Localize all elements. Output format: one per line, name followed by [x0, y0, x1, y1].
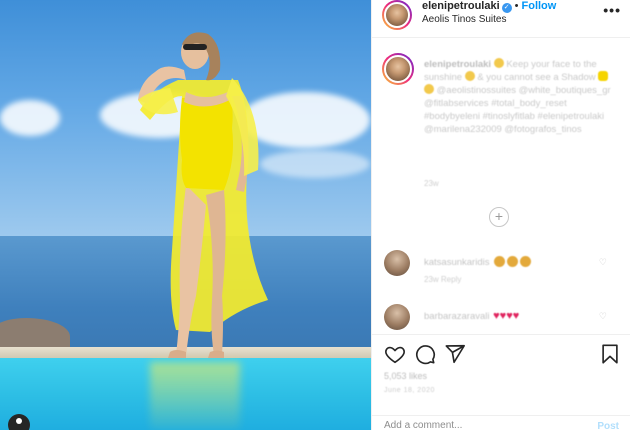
add-comment-bar: Post: [372, 415, 630, 430]
post-date: June 18, 2020: [384, 387, 435, 394]
emoji-icon: [507, 256, 519, 267]
author-username[interactable]: elenipetroulaki: [422, 0, 500, 12]
post-actions: 5,053 likes June 18, 2020 Post: [372, 334, 630, 430]
woman-figure: [138, 32, 268, 358]
author-avatar[interactable]: [382, 0, 412, 30]
comment-like-heart-icon[interactable]: ♡: [599, 257, 607, 268]
comment-meta[interactable]: 23w Reply: [424, 275, 461, 284]
commenter-avatar-image: [384, 250, 410, 276]
caption-username[interactable]: elenipetroulaki: [424, 59, 491, 70]
paper-plane-icon[interactable]: [444, 343, 466, 365]
smile-emoji-icon: [464, 71, 475, 81]
heart-outline-icon[interactable]: [384, 343, 406, 365]
commenter-avatar[interactable]: [384, 304, 410, 330]
commenter-username[interactable]: katsasunkaridis: [424, 257, 489, 268]
comment-bubble-icon[interactable]: [414, 343, 436, 365]
post-photo[interactable]: [0, 0, 371, 430]
sun-emoji-icon: [493, 58, 504, 68]
commenter-avatar[interactable]: [384, 250, 410, 276]
commenter-avatar-image: [384, 304, 410, 330]
post-header: elenipetroulaki ✓ • Follow Aeolis Tinos Sui…: [372, 0, 630, 38]
instagram-post: elenipetroulaki ✓ • Follow Aeolis Tinos Sui…: [0, 0, 630, 430]
post-comment-button[interactable]: Post: [597, 421, 619, 430]
caption-tags[interactable]: @aeolistinossuites @white_boutiques_gr @…: [424, 85, 611, 135]
comment-input[interactable]: [384, 420, 574, 430]
author-line: elenipetroulaki ✓ • Follow: [422, 0, 556, 13]
comment-text: katsasunkaridis: [424, 256, 532, 268]
yellow-heart-emoji-icon: [598, 71, 609, 81]
emoji-icon: [494, 256, 506, 267]
post-caption: elenipetroulaki Keep your face to the su…: [424, 58, 624, 136]
post-sidebar: elenipetroulaki ✓ • Follow Aeolis Tinos Sui…: [371, 0, 630, 430]
comments-section[interactable]: elenipetroulaki Keep your face to the su…: [372, 38, 630, 334]
comment-item: barbarazaravali ♥♥♥♥ ♡: [372, 304, 630, 334]
comment-text: barbarazaravali ♥♥♥♥: [424, 310, 519, 322]
comment-item: katsasunkaridis 23w Reply ♡: [372, 250, 630, 290]
caption-avatar-image: [384, 55, 412, 83]
separator-dot: •: [514, 0, 519, 12]
follow-button[interactable]: Follow: [522, 0, 557, 12]
emoji-icon: [424, 84, 434, 94]
post-location[interactable]: Aeolis Tinos Suites: [422, 14, 507, 25]
user-tag-icon[interactable]: [8, 414, 30, 430]
load-more-comments-button[interactable]: +: [489, 207, 509, 227]
commenter-username[interactable]: barbarazaravali: [424, 311, 489, 322]
caption-text-2: & you cannot see a Shadow: [477, 72, 596, 83]
emoji-icon: [520, 256, 532, 267]
verified-badge-icon: ✓: [501, 3, 512, 13]
more-options-icon[interactable]: •••: [603, 2, 621, 18]
caption-avatar[interactable]: [382, 53, 414, 85]
likes-count[interactable]: 5,053 likes: [384, 371, 427, 381]
author-avatar-image: [384, 2, 410, 28]
red-hearts-emoji: ♥♥♥♥: [493, 310, 520, 322]
comment-like-heart-icon[interactable]: ♡: [599, 311, 607, 322]
caption-timestamp: 23w: [424, 179, 439, 188]
bookmark-icon[interactable]: [599, 343, 621, 365]
